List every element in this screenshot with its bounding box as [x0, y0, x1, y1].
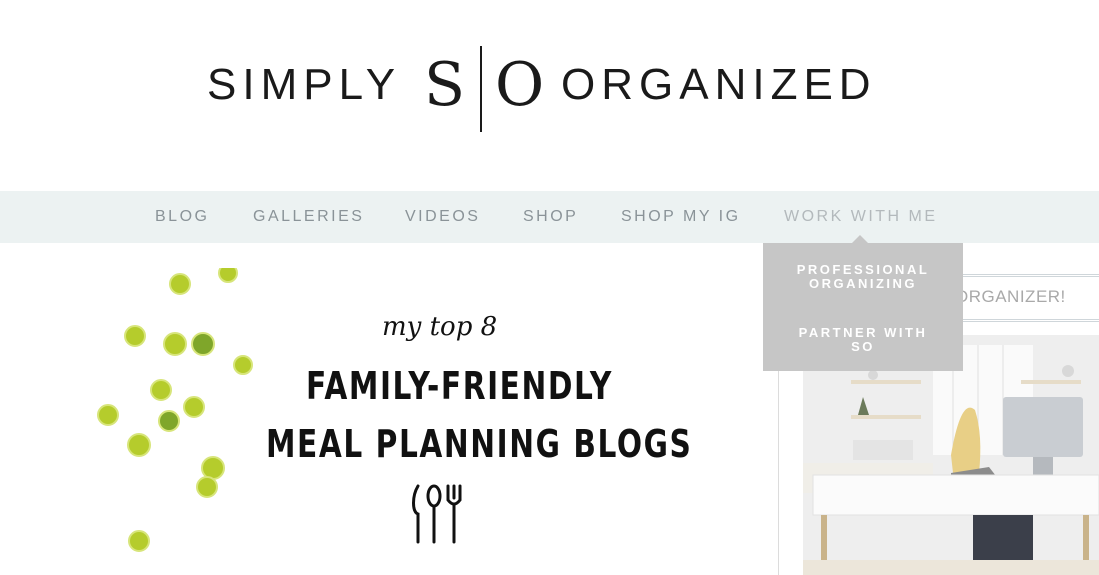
- hero-title-line-2: MEAL PLANNING BLOGS: [266, 422, 693, 466]
- site-logo[interactable]: SIMPLY S O ORGANIZED: [0, 0, 1099, 191]
- limes-illustration: [97, 268, 253, 552]
- logo-divider: [480, 46, 482, 132]
- nav-item-blog[interactable]: BLOG: [155, 208, 209, 226]
- logo-word-simply: SIMPLY: [207, 60, 402, 109]
- hero-title-line-1: FAMILY-FRIENDLY: [306, 364, 613, 408]
- logo-letter-s: S: [424, 50, 466, 120]
- main-nav: BLOG GALLERIES VIDEOS SHOP SHOP MY IG WO…: [0, 191, 1099, 243]
- hero-subtitle: my top 8: [382, 312, 498, 342]
- dropdown-item-label-1b: ORGANIZING: [808, 276, 918, 291]
- dropdown-caret-icon: [852, 235, 868, 243]
- office-photo-image: [803, 335, 1099, 575]
- office-photo[interactable]: [803, 335, 1099, 575]
- nav-item-work-with-me[interactable]: WORK WITH ME: [784, 208, 938, 226]
- nav-item-shop-my-ig[interactable]: SHOP MY IG: [621, 208, 741, 226]
- dropdown-item-label-2b: SO: [851, 339, 875, 354]
- work-with-me-dropdown: PROFESSIONAL ORGANIZING PARTNER WITH SO: [763, 243, 963, 371]
- nav-item-galleries[interactable]: GALLERIES: [253, 208, 364, 226]
- utensils-icon: [412, 484, 462, 544]
- logo-word-organized: ORGANIZED: [561, 60, 877, 109]
- dropdown-item-label-1a: PROFESSIONAL: [796, 262, 930, 277]
- dropdown-item-label-2a: PARTNER WITH: [798, 325, 928, 340]
- nav-item-videos[interactable]: VIDEOS: [405, 208, 480, 226]
- dropdown-item-professional-organizing[interactable]: PROFESSIONAL ORGANIZING: [763, 263, 963, 291]
- nav-item-shop[interactable]: SHOP: [523, 208, 578, 226]
- logo-letter-o: O: [495, 50, 545, 120]
- dropdown-item-partner-with-so[interactable]: PARTNER WITH SO: [763, 326, 963, 354]
- sidebar-banner-text: ORGANIZER!: [955, 287, 1066, 306]
